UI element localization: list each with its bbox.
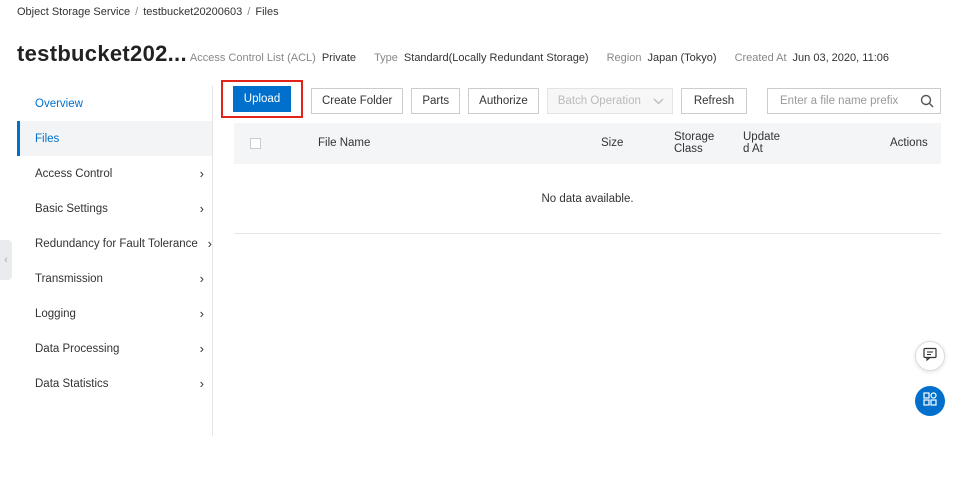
meta-created-value: Jun 03, 2020, 11:06 (792, 52, 889, 64)
sidebar-item-label: Redundancy for Fault Tolerance (35, 237, 198, 250)
file-table-header: File Name Size Storage Class Update d At… (234, 123, 941, 164)
sidebar-item-label: Data Statistics (35, 377, 109, 390)
batch-operation-button[interactable]: Batch Operation (546, 88, 673, 114)
search-placeholder: Enter a file name prefix (780, 95, 899, 107)
toolbar: Upload Create Folder Parts Authorize Bat… (221, 80, 755, 118)
breadcrumb-oss[interactable]: Object Storage Service (17, 6, 130, 18)
meta-type-value: Standard(Locally Redundant Storage) (403, 52, 589, 64)
sidebar-item-label: Overview (35, 97, 83, 110)
meta-type-key: Type (374, 52, 398, 64)
parts-button[interactable]: Parts (411, 88, 461, 114)
breadcrumb-current: Files (255, 6, 279, 18)
column-updated-at: Update d At (743, 131, 780, 155)
empty-state-text: No data available. (541, 192, 634, 205)
breadcrumb-separator: / (247, 6, 251, 18)
sidebar-item-files[interactable]: Files (17, 121, 212, 156)
sidebar-item-logging[interactable]: Logging › (17, 296, 212, 331)
chevron-down-icon (653, 98, 664, 105)
select-all-checkbox[interactable] (250, 138, 261, 149)
sidebar-item-basic-settings[interactable]: Basic Settings › (17, 191, 212, 226)
search-input[interactable]: Enter a file name prefix (767, 88, 941, 114)
sidebar-item-label: Transmission (35, 272, 103, 285)
bucket-meta: Access Control List (ACL) Private Type S… (190, 52, 889, 64)
sidebar-item-data-statistics[interactable]: Data Statistics › (17, 366, 212, 401)
breadcrumb-bucket[interactable]: testbucket20200603 (143, 6, 242, 18)
upload-highlight: Upload (221, 80, 303, 118)
create-folder-button[interactable]: Create Folder (311, 88, 404, 114)
chevron-right-icon: › (199, 201, 204, 216)
column-storage-class-line2: Class (674, 143, 703, 155)
sidebar-item-overview[interactable]: Overview (17, 86, 212, 121)
sidebar-item-access-control[interactable]: Access Control › (17, 156, 212, 191)
chevron-right-icon: › (199, 166, 204, 181)
column-size: Size (601, 137, 624, 149)
sidebar: Overview Files Access Control › Basic Se… (17, 86, 213, 436)
chevron-right-icon: › (199, 271, 204, 286)
empty-state: No data available. (234, 164, 941, 234)
chevron-right-icon: › (199, 306, 204, 321)
chevron-right-icon: › (199, 376, 204, 391)
chevron-left-icon: ‹ (4, 254, 8, 266)
page-title: testbucket202... (17, 41, 187, 66)
sidebar-item-redundancy[interactable]: Redundancy for Fault Tolerance › (17, 226, 212, 261)
sidebar-item-label: Access Control (35, 167, 113, 180)
chat-icon (923, 347, 937, 366)
meta-region-value: Japan (Tokyo) (647, 52, 717, 64)
column-actions: Actions (890, 137, 928, 149)
apps-button[interactable] (915, 386, 945, 416)
sidebar-item-label: Data Processing (35, 342, 120, 355)
authorize-button[interactable]: Authorize (468, 88, 539, 114)
sidebar-item-label: Basic Settings (35, 202, 108, 215)
refresh-button[interactable]: Refresh (680, 88, 748, 114)
meta-acl-key: Access Control List (ACL) (189, 52, 316, 64)
column-storage-class-line1: Storage (674, 131, 715, 143)
sidebar-item-label: Files (35, 132, 60, 145)
meta-region-key: Region (606, 52, 642, 64)
sidebar-item-label: Logging (35, 307, 76, 320)
meta-created-key: Created At (734, 52, 787, 64)
column-storage-class: Storage Class (674, 131, 714, 155)
column-updated-at-line2: d At (743, 143, 763, 155)
upload-button[interactable]: Upload (232, 86, 292, 112)
bucket-header: testbucket202... Access Control List (AC… (17, 41, 889, 71)
search-icon[interactable] (920, 94, 934, 108)
sidebar-item-transmission[interactable]: Transmission › (17, 261, 212, 296)
chevron-right-icon: › (199, 341, 204, 356)
chevron-right-icon: › (207, 236, 212, 251)
column-file-name: File Name (318, 137, 371, 149)
apps-grid-icon (923, 391, 937, 411)
sidebar-item-data-processing[interactable]: Data Processing › (17, 331, 212, 366)
breadcrumb-separator: / (135, 6, 139, 18)
feedback-button[interactable] (915, 341, 945, 371)
batch-operation-label: Batch Operation (557, 95, 641, 107)
meta-acl-value: Private (321, 52, 357, 64)
column-updated-at-line1: Update (743, 131, 781, 143)
breadcrumb: Object Storage Service / testbucket2020060… (17, 6, 279, 18)
sidebar-collapse-handle[interactable]: ‹ (0, 240, 12, 280)
